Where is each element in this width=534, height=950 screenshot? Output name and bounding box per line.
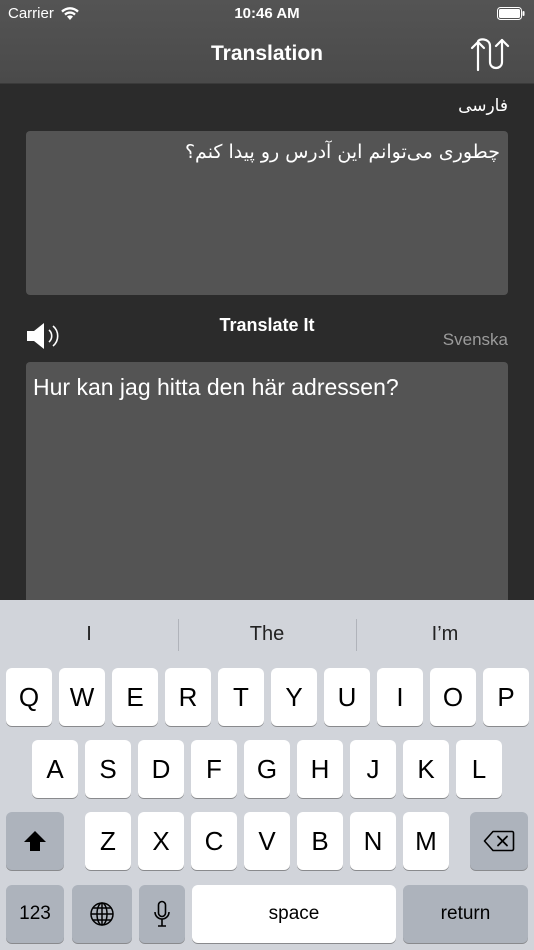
key-b[interactable]: B — [297, 812, 343, 870]
page-title: Translation — [210, 42, 324, 65]
key-i[interactable]: I — [377, 668, 423, 726]
key-r[interactable]: R — [165, 668, 211, 726]
key-q[interactable]: Q — [6, 668, 52, 726]
key-n[interactable]: N — [350, 812, 396, 870]
key-a[interactable]: A — [32, 740, 78, 798]
microphone-key[interactable] — [139, 885, 185, 943]
backspace-key[interactable] — [470, 812, 528, 870]
suggestion-2[interactable]: The — [178, 600, 356, 668]
target-text: Hur kan jag hitta den här adressen? — [33, 374, 399, 400]
key-v[interactable]: V — [244, 812, 290, 870]
key-m[interactable]: M — [403, 812, 449, 870]
globe-key[interactable] — [72, 885, 132, 943]
shift-key[interactable] — [6, 812, 64, 870]
key-h[interactable]: H — [297, 740, 343, 798]
key-k[interactable]: K — [403, 740, 449, 798]
target-language-label[interactable]: Svenska — [443, 330, 508, 350]
status-time: 10:46 AM — [234, 5, 300, 22]
screen: Carrier 10:46 AM Translation فارسی چطوری… — [0, 0, 534, 950]
key-g[interactable]: G — [244, 740, 290, 798]
key-w[interactable]: W — [59, 668, 105, 726]
space-key[interactable]: space — [192, 885, 396, 943]
key-d[interactable]: D — [138, 740, 184, 798]
key-c[interactable]: C — [191, 812, 237, 870]
suggestion-3[interactable]: I’m — [356, 600, 534, 668]
suggestion-bar: I The I’m — [0, 600, 534, 668]
numbers-key[interactable]: 123 — [6, 885, 64, 943]
return-key[interactable]: return — [403, 885, 528, 943]
key-l[interactable]: L — [456, 740, 502, 798]
microphone-icon — [154, 900, 170, 927]
swap-languages-icon[interactable] — [468, 36, 512, 72]
key-u[interactable]: U — [324, 668, 370, 726]
key-s[interactable]: S — [85, 740, 131, 798]
source-text-area[interactable]: چطوری می‌توانم این آدرس رو پیدا کنم؟ — [26, 131, 508, 295]
backspace-icon — [483, 830, 515, 852]
battery-icon — [497, 7, 525, 20]
globe-icon — [90, 902, 114, 926]
keyboard: I The I’m Q W E R T Y U I O P A S D F G … — [0, 600, 534, 950]
top-bar: Carrier 10:46 AM Translation — [0, 0, 534, 84]
suggestion-1[interactable]: I — [0, 600, 178, 668]
shift-icon — [24, 831, 46, 851]
key-f[interactable]: F — [191, 740, 237, 798]
key-o[interactable]: O — [430, 668, 476, 726]
key-x[interactable]: X — [138, 812, 184, 870]
key-z[interactable]: Z — [85, 812, 131, 870]
key-p[interactable]: P — [483, 668, 529, 726]
key-j[interactable]: J — [350, 740, 396, 798]
key-e[interactable]: E — [112, 668, 158, 726]
source-language-label[interactable]: فارسی — [458, 96, 508, 116]
source-text: چطوری می‌توانم این آدرس رو پیدا کنم؟ — [184, 141, 500, 163]
key-t[interactable]: T — [218, 668, 264, 726]
status-bar: Carrier 10:46 AM — [0, 0, 534, 28]
key-y[interactable]: Y — [271, 668, 317, 726]
target-text-area[interactable]: Hur kan jag hitta den här adressen? — [26, 362, 508, 622]
